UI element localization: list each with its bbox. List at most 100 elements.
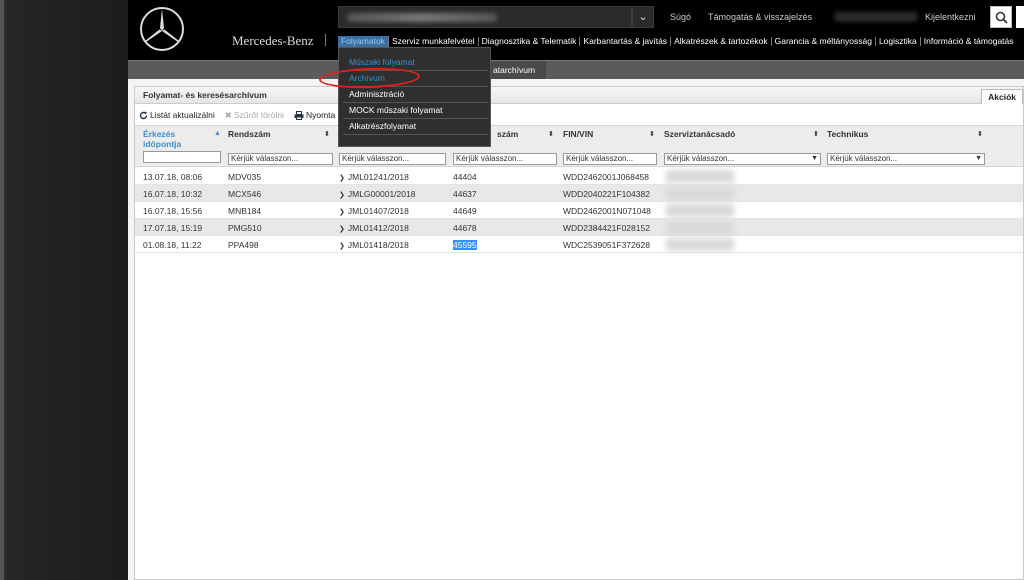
nav-diagnostics[interactable]: Diagnosztika & Telematik	[479, 36, 581, 46]
cell-number: 44637	[453, 189, 477, 199]
cell-order-link[interactable]: JML01418/2018	[339, 240, 409, 250]
table-row[interactable]: 13.07.18, 08:06 MDV035 JML01241/2018 444…	[135, 168, 1023, 185]
search-icon	[995, 11, 1008, 24]
arrival-filter-input[interactable]	[143, 151, 221, 163]
nav-service-reception[interactable]: Szerviz munkafelvétel	[389, 36, 479, 46]
plate-filter[interactable]: Kérjük válasszon...	[228, 153, 333, 165]
panel-title: Folyamat- és keresésarchívum	[135, 87, 1023, 104]
advisor-redacted	[666, 187, 734, 200]
nav-parts[interactable]: Alkatrészek & tartozékok	[671, 36, 772, 46]
advisor-redacted	[666, 204, 734, 217]
help-link[interactable]: Súgó	[670, 12, 691, 22]
order-number-filter[interactable]: Kérjük válasszon...	[453, 153, 557, 165]
table-body: 13.07.18, 08:06 MDV035 JML01241/2018 444…	[135, 168, 1023, 253]
cell-number: 44649	[453, 206, 477, 216]
chevron-down-icon[interactable]: ⌄	[632, 6, 654, 28]
col-fin[interactable]: FIN/VIN	[563, 129, 593, 139]
cell-arrival: 16.07.18, 15:56	[143, 206, 203, 216]
cell-order-link[interactable]: JML01241/2018	[339, 172, 409, 182]
advisor-filter-select[interactable]: Kérjük válasszon... ▼	[664, 153, 821, 165]
cell-order-link[interactable]: JML01407/2018	[339, 206, 409, 216]
support-link[interactable]: Támogatás & visszajelzés	[708, 12, 812, 22]
cell-arrival: 13.07.18, 08:06	[143, 172, 203, 182]
nav-processes[interactable]: Folyamatok	[338, 35, 389, 47]
archive-panel: Folyamat- és keresésarchívum Akciók List…	[134, 86, 1024, 580]
toolbar: Listát aktualizálni ✖ Szűrőt törölni Nyo…	[139, 108, 335, 122]
nav-info-support[interactable]: Információ & támogatás	[921, 36, 1017, 46]
nav-warranty[interactable]: Garancia & méltányosság	[772, 36, 876, 46]
sort-asc-icon[interactable]: ▲	[214, 130, 221, 137]
cell-fin: WDD2462001J068458	[563, 172, 650, 182]
menu-divider	[343, 118, 488, 119]
advisor-redacted	[666, 170, 734, 183]
brand-separator	[325, 34, 326, 46]
sort-icon[interactable]: ⬍	[324, 130, 330, 138]
cell-plate: MNB184	[228, 206, 262, 216]
printer-icon	[294, 110, 304, 120]
cell-number: 44404	[453, 172, 477, 182]
advisor-redacted	[666, 238, 734, 251]
menu-item-administration[interactable]: Adminisztráció	[349, 89, 404, 99]
sort-icon[interactable]: ⬍	[977, 130, 983, 138]
menu-button[interactable]	[1016, 6, 1024, 28]
menu-item-parts-process[interactable]: Alkatrészfolyamat	[349, 121, 416, 131]
order-filter[interactable]: Kérjük válasszon...	[339, 153, 446, 165]
advisor-filter-value: Kérjük válasszon...	[667, 154, 735, 163]
print-label: Nyomta	[305, 110, 336, 120]
refresh-list-label: Listát aktualizálni	[150, 110, 215, 120]
processes-dropdown-menu: Műszaki folyamat Archívum Adminisztráció…	[338, 47, 491, 147]
col-technician[interactable]: Technikus	[827, 129, 868, 139]
cell-order-link[interactable]: JMLG00001/2018	[339, 189, 416, 199]
advisor-redacted	[666, 221, 734, 234]
brand-name: Mercedes-Benz	[232, 33, 314, 48]
cell-plate: MCX546	[228, 189, 262, 199]
fin-filter[interactable]: Kérjük válasszon...	[563, 153, 657, 165]
refresh-list-button[interactable]: Listát aktualizálni	[139, 110, 215, 120]
table-row[interactable]: 16.07.18, 15:56 MNB184 JML01407/2018 446…	[135, 202, 1023, 219]
mercedes-star-logo[interactable]	[138, 5, 186, 53]
sort-icon[interactable]: ⬍	[548, 130, 554, 138]
table-row[interactable]: 16.07.18, 10:32 MCX546 JMLG00001/2018 44…	[135, 185, 1023, 202]
content-area: Folyamat- és keresésarchívum Akciók List…	[128, 79, 1024, 580]
subnav-archive-tab[interactable]: atarchívum	[482, 61, 547, 80]
menu-item-technical-process[interactable]: Műszaki folyamat	[349, 57, 415, 67]
table-row[interactable]: 01.08.18, 11:22 PPA498 JML01418/2018 455…	[135, 236, 1023, 253]
print-button[interactable]: Nyomta	[294, 110, 335, 120]
sort-icon[interactable]: ⬍	[813, 130, 819, 138]
cell-fin: WDD2040221F104382	[563, 189, 650, 199]
user-name	[834, 12, 918, 22]
menu-divider	[343, 102, 488, 103]
tab-actions[interactable]: Akciók	[981, 89, 1023, 104]
main-nav: Folyamatok Szerviz munkafelvétel Diagnos…	[338, 35, 1017, 47]
header: Mercedes-Benz ⌄ Súgó Támogatás & visszaj…	[128, 0, 1024, 60]
nav-maintenance[interactable]: Karbantartás & javítás	[580, 36, 672, 46]
clear-filter-label: Szűrőt törölni	[233, 110, 284, 120]
cell-number: 44678	[453, 223, 477, 233]
cell-fin: WDC2539051F372628	[563, 240, 650, 250]
nav-logistics[interactable]: Logisztika	[876, 36, 921, 46]
cell-fin: WDD2462001N071048	[563, 206, 651, 216]
cell-order-link[interactable]: JML01412/2018	[339, 223, 409, 233]
dropdown-arrow-icon: ▼	[811, 155, 818, 162]
menu-item-mock-technical-process[interactable]: MOCK műszaki folyamat	[349, 105, 443, 115]
logout-link[interactable]: Kijelentkezni	[925, 12, 976, 22]
cell-number-selected: 45595	[453, 240, 477, 250]
sort-icon[interactable]: ⬍	[649, 130, 655, 138]
col-arrival[interactable]: Érkezés időpontja	[143, 129, 203, 149]
refresh-icon	[139, 111, 148, 119]
global-search-input[interactable]	[338, 6, 632, 28]
table-row[interactable]: 17.07.18, 15:19 PMG510 JML01412/2018 446…	[135, 219, 1023, 236]
col-advisor[interactable]: Szerviztanácsadó	[664, 129, 735, 139]
cell-arrival: 16.07.18, 10:32	[143, 189, 203, 199]
clear-filter-button[interactable]: ✖ Szűrőt törölni	[225, 110, 284, 121]
cell-plate: PMG510	[228, 223, 262, 233]
cell-arrival: 17.07.18, 15:19	[143, 223, 203, 233]
col-plate[interactable]: Rendszám	[228, 129, 271, 139]
table-header: Érkezés időpontja ▲ Rendszám ⬍ szám ⬍ FI…	[135, 125, 1023, 167]
col-order-number[interactable]: szám	[497, 129, 518, 139]
search-button[interactable]	[990, 6, 1012, 28]
menu-divider	[343, 134, 488, 135]
cell-plate: PPA498	[228, 240, 259, 250]
technician-filter-select[interactable]: Kérjük válasszon... ▼	[827, 153, 985, 165]
technician-filter-value: Kérjük válasszon...	[830, 154, 898, 163]
